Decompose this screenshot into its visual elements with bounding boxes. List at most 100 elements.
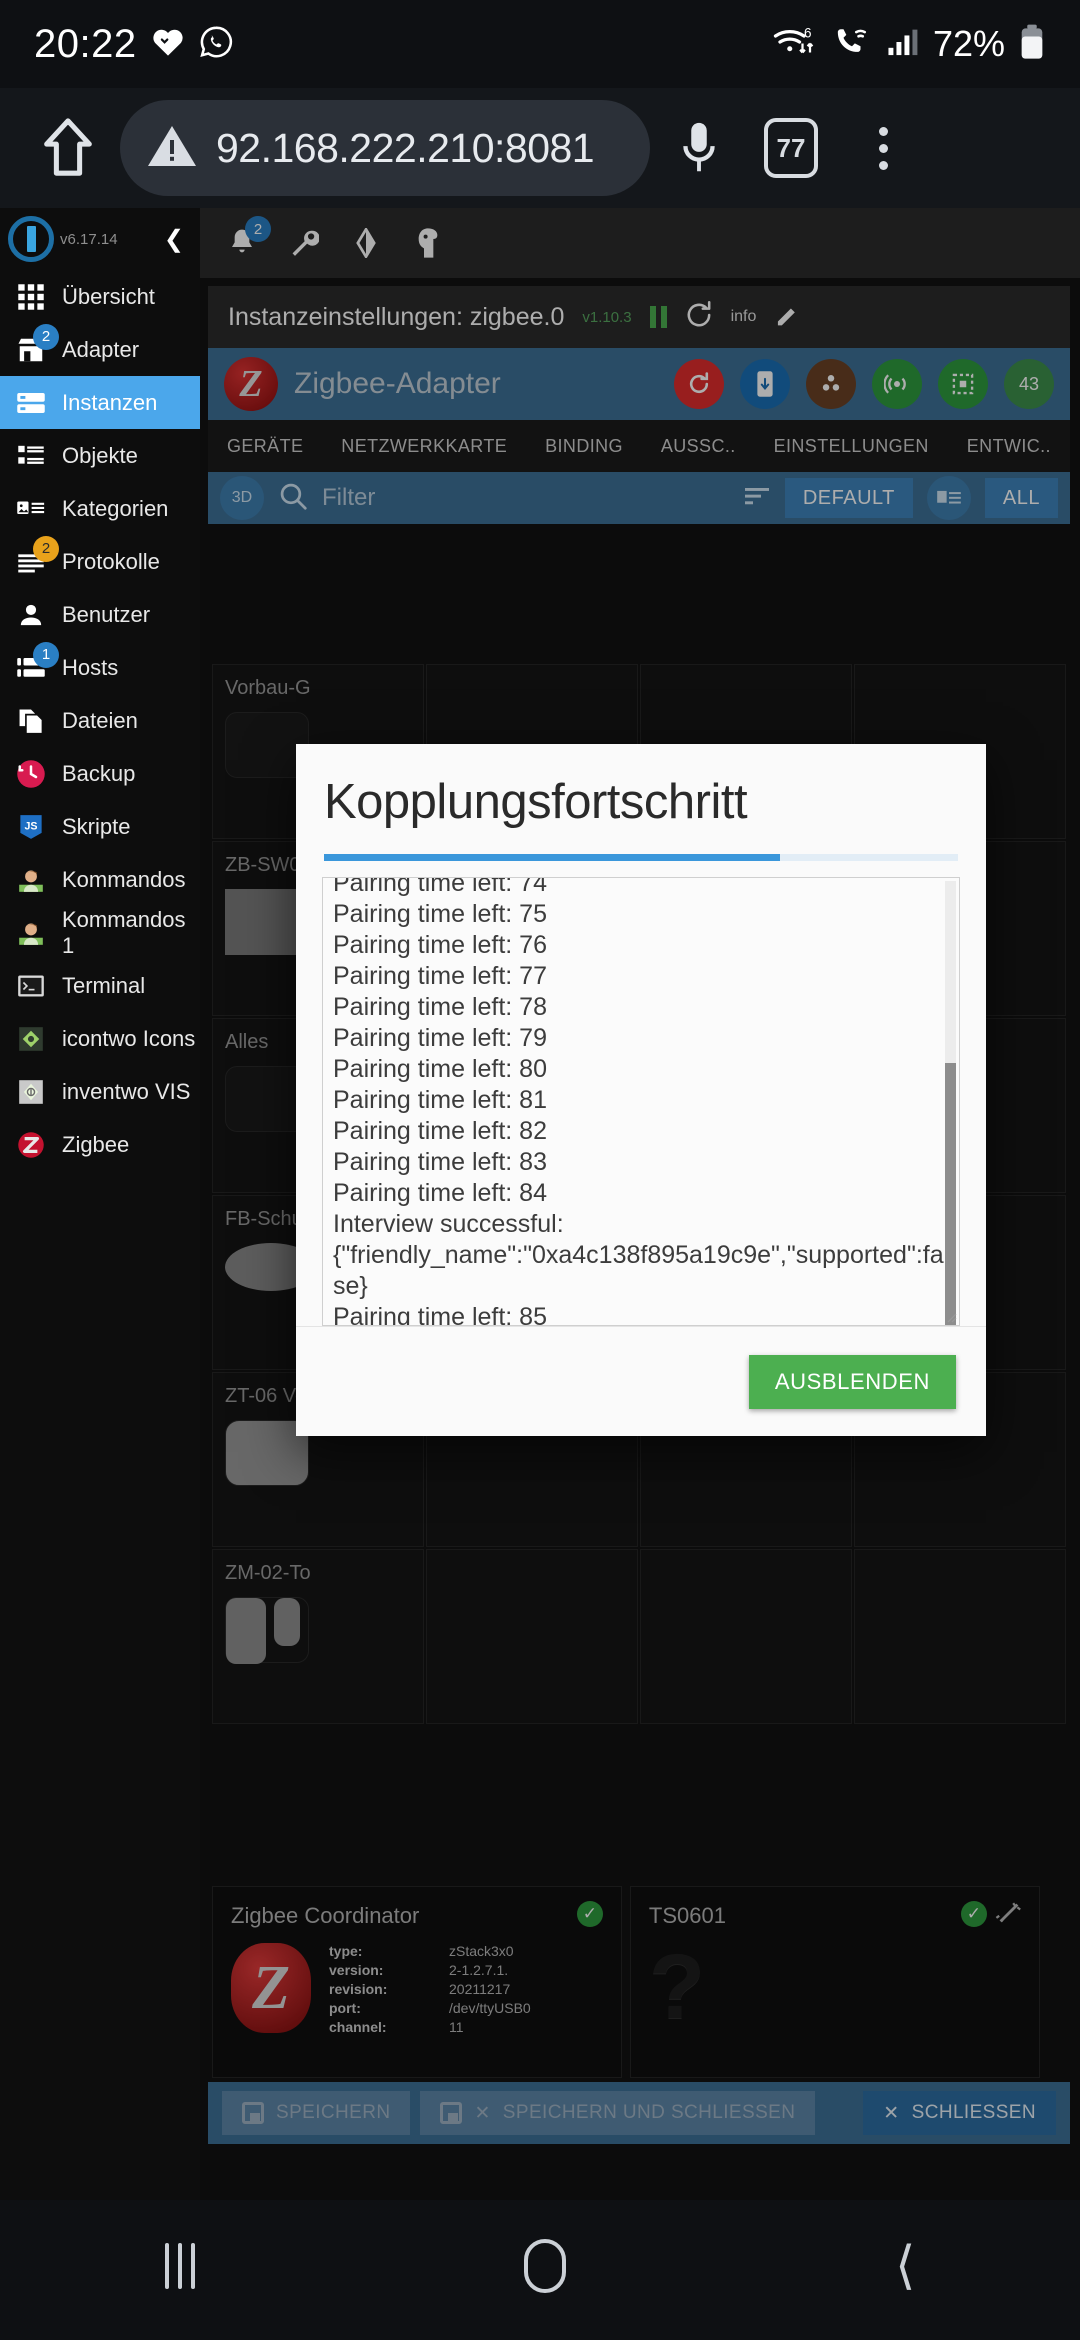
android-nav-bar: ⟨ [0,2200,1080,2332]
battery-icon [1018,23,1046,66]
status-bar-left: 20:22 [34,22,233,67]
log-line: Pairing time left: 78 [333,993,547,1021]
sidebar-item-adapter[interactable]: 2 Adapter [0,323,200,376]
hosts-icon: 1 [14,641,59,685]
tab-count: 77 [764,118,818,178]
url-text: 92.168.222.210:8081 [216,124,595,171]
sidebar-item-label: Benutzer [62,601,151,627]
admin-version: v6.17.14 [60,230,118,248]
icontwo-icon [14,1022,48,1056]
warning-icon [146,122,198,175]
sidebar: v6.17.14 ❮ Übersicht 2 Adapter Instanzen [0,208,200,2200]
wifi-icon: 6 [772,24,818,65]
sidebar-item-hosts[interactable]: 1 Hosts [0,641,200,694]
js-icon: JS [14,810,48,844]
sidebar-item-label: Kommandos [62,866,186,892]
sidebar-item-inventwo-vis[interactable]: inventwo VIS [0,1065,200,1118]
dialog-header: Kopplungsfortschritt [296,744,986,861]
sidebar-item-label: inventwo VIS [62,1078,191,1104]
heart-icon [151,27,185,62]
scrollbar-thumb[interactable] [945,1063,956,1325]
log-line: Pairing time left: 81 [333,1086,547,1114]
back-icon[interactable]: ⟨ [895,2240,915,2292]
inventwo-icon [14,1075,48,1109]
sidebar-item-label: Terminal [62,972,146,998]
log-line: {"friendly_name":"0xa4c138f895a19c9e","s… [333,1241,950,1300]
log-line: Pairing time left: 80 [333,1055,547,1083]
pairing-log-container[interactable]: Pairing time left: 74 Pairing time left: … [322,877,960,1326]
sidebar-item-dateien[interactable]: Dateien [0,694,200,747]
whatsapp-icon [199,25,233,64]
sidebar-item-protokolle[interactable]: 2 Protokolle [0,535,200,588]
sidebar-item-kommandos-1[interactable]: Kommandos 1 [0,906,200,959]
files-icon [14,704,48,738]
log-line: Interview successful: [333,1210,564,1238]
dialog-title: Kopplungsfortschritt [324,775,748,829]
hide-button[interactable]: AUSBLENDEN [748,1354,956,1409]
call-wifi-icon [831,25,873,64]
android-status-bar: 20:22 6 72% [0,0,1080,88]
categories-icon [14,492,48,526]
sidebar-item-label: Instanzen [62,389,158,415]
battery-percent: 72% [932,23,1005,64]
log-line: Pairing time left: 85 [333,1303,547,1325]
pairing-progress-bar [324,854,958,861]
signal-icon [886,26,920,63]
adapter-badge: 2 [33,323,59,350]
sidebar-item-icontwo-icons[interactable]: icontwo Icons [0,1012,200,1065]
status-clock: 20:22 [34,21,137,66]
instances-icon [14,386,48,420]
pairing-progress-dialog: Kopplungsfortschritt Pairing time left: … [296,744,986,1436]
sidebar-header: v6.17.14 ❮ [0,208,200,270]
sidebar-item-label: Hosts [62,654,119,680]
collapse-sidebar-button[interactable]: ❮ [164,225,192,254]
grid-icon [14,280,48,314]
sidebar-item-label: Zigbee [62,1131,130,1157]
url-bar[interactable]: 92.168.222.210:8081 [120,100,650,196]
commands-icon [14,863,48,897]
sidebar-item-backup[interactable]: Backup [0,747,200,800]
sidebar-item-zigbee[interactable]: Zigbee [0,1118,200,1171]
sidebar-item-label: Kommandos 1 [62,906,186,958]
home-icon[interactable] [523,2239,566,2293]
microphone-icon[interactable] [656,102,742,194]
log-line: Pairing time left: 76 [333,931,547,959]
home-icon[interactable] [22,102,114,194]
sidebar-item-terminal[interactable]: Terminal [0,959,200,1012]
logs-icon: 2 [14,535,59,579]
browser-toolbar: 92.168.222.210:8081 77 [0,88,1080,208]
sidebar-item-label: Backup [62,760,136,786]
log-line: Pairing time left: 84 [333,1179,547,1207]
sidebar-item-label: Skripte [62,813,131,839]
zigbee-icon [14,1128,48,1162]
svg-text:6: 6 [804,25,812,40]
resize-handle-icon[interactable] [943,1309,957,1323]
dialog-footer: AUSBLENDEN [296,1326,986,1436]
store-icon: 2 [14,323,59,367]
status-bar-right: 6 72% [772,23,1046,66]
sidebar-item-kategorien[interactable]: Kategorien [0,482,200,535]
pairing-log: Pairing time left: 74 Pairing time left: … [323,877,959,1325]
log-line: Pairing time left: 75 [333,900,547,928]
sidebar-item-benutzer[interactable]: Benutzer [0,588,200,641]
protokolle-badge: 2 [33,535,59,562]
backup-icon [14,757,48,791]
sidebar-item-label: icontwo Icons [62,1025,196,1051]
svg-text:JS: JS [24,820,37,832]
sidebar-item-uebersicht[interactable]: Übersicht [0,270,200,323]
user-icon [14,598,48,632]
recents-icon[interactable] [164,2243,195,2289]
sidebar-item-kommandos[interactable]: Kommandos [0,853,200,906]
list-icon [14,439,48,473]
log-line: Pairing time left: 82 [333,1117,547,1145]
iobroker-logo-icon [8,216,54,262]
sidebar-item-skripte[interactable]: JS Skripte [0,800,200,853]
terminal-icon [14,969,48,1003]
log-line: Pairing time left: 74 [333,877,547,897]
sidebar-item-instanzen[interactable]: Instanzen [0,376,200,429]
log-line: Pairing time left: 79 [333,1024,547,1052]
sidebar-item-objekte[interactable]: Objekte [0,429,200,482]
sidebar-item-label: Protokolle [62,548,160,574]
tabs-icon[interactable]: 77 [748,102,834,194]
more-options-icon[interactable] [840,102,926,194]
